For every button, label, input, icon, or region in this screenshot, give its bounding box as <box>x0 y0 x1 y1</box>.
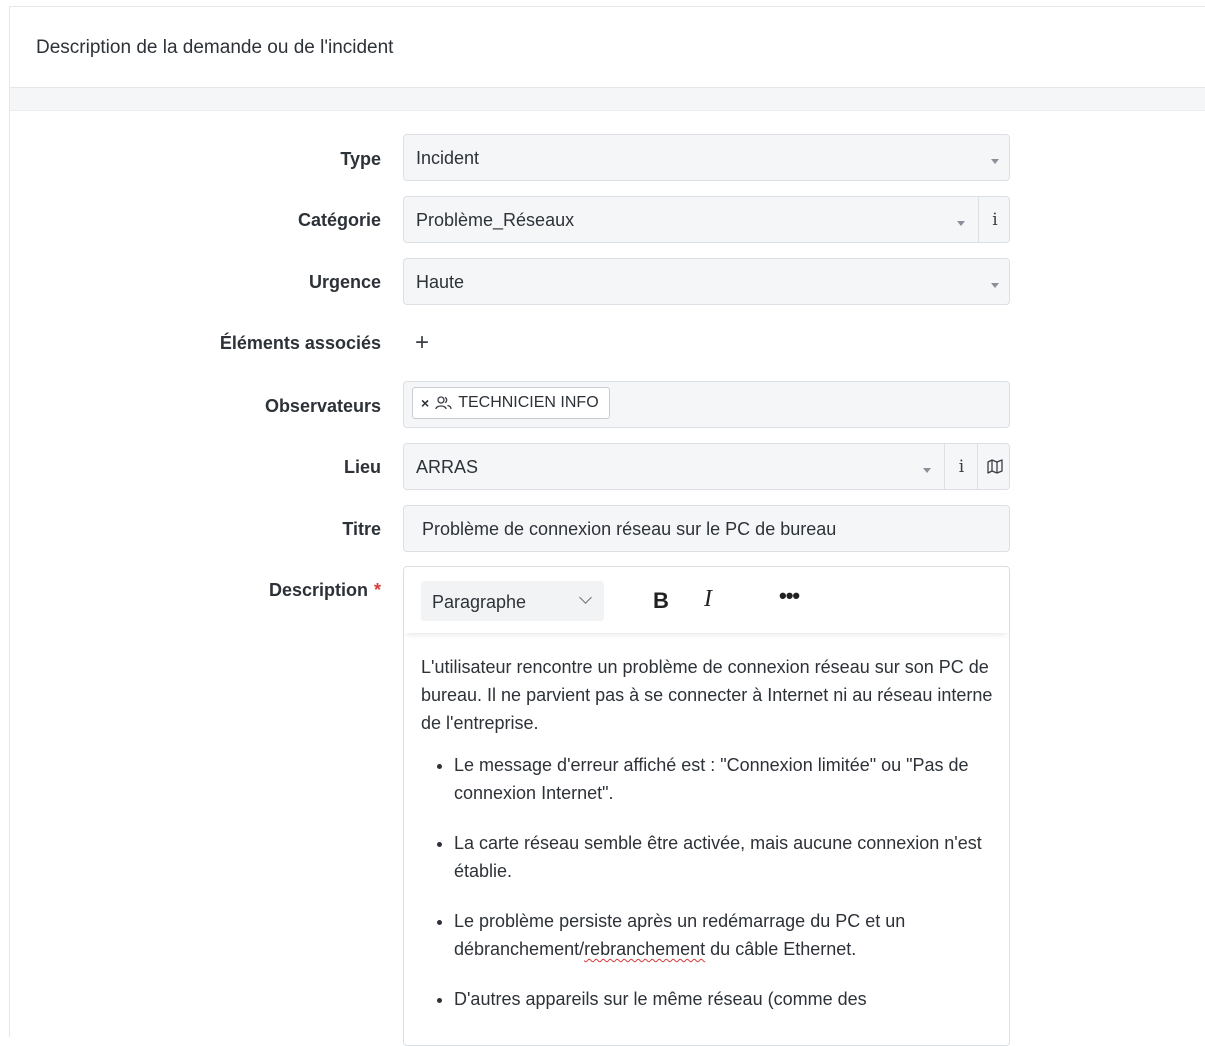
description-paragraph: L'utilisateur rencontre un problème de c… <box>421 657 993 733</box>
associated-items-label: Éléments associés <box>219 333 381 353</box>
chevron-down-icon <box>991 283 999 288</box>
more-options-button[interactable]: ••• <box>779 583 800 609</box>
bold-button[interactable]: B <box>653 588 669 614</box>
description-editor[interactable]: Paragraphe B I ••• L'utilisateur rencont… <box>403 566 1010 1046</box>
list-item: Le message d'erreur affiché est : "Conne… <box>454 751 1001 807</box>
group-icon <box>435 396 452 410</box>
list-item: Le problème persiste après un redémarrag… <box>454 907 1001 963</box>
chevron-down-icon <box>957 221 965 226</box>
title-input[interactable]: Problème de connexion réseau sur le PC d… <box>403 505 1010 552</box>
list-item: D'autres appareils sur le même réseau (c… <box>454 985 1001 1013</box>
editor-content[interactable]: L'utilisateur rencontre un problème de c… <box>421 653 1001 1035</box>
editor-toolbar: Paragraphe B I ••• <box>404 567 1009 633</box>
required-marker: * <box>373 580 381 600</box>
list-item: La carte réseau semble être activée, mai… <box>454 829 1001 885</box>
location-select[interactable]: ARRAS i <box>403 443 1010 490</box>
map-icon[interactable] <box>977 444 1011 489</box>
location-label: Lieu <box>343 457 381 477</box>
observers-label: Observateurs <box>264 396 381 416</box>
type-value: Incident <box>416 148 480 168</box>
category-select[interactable]: Problème_Réseaux i <box>403 196 1010 243</box>
chevron-down-icon <box>579 591 592 604</box>
type-label: Type <box>340 149 381 169</box>
plus-icon[interactable]: + <box>415 329 429 357</box>
observer-tag-label: TECHNICIEN INFO <box>458 394 599 411</box>
card-title: Description de la demande ou de l'incide… <box>36 37 394 58</box>
type-select[interactable]: Incident <box>403 134 1010 181</box>
paragraph-format-select[interactable]: Paragraphe <box>421 581 604 621</box>
card-header: Description de la demande ou de l'incide… <box>10 7 1205 88</box>
italic-button[interactable]: I <box>704 586 712 613</box>
location-value: ARRAS <box>416 457 479 477</box>
paragraph-format-value: Paragraphe <box>432 592 527 612</box>
header-separator <box>10 88 1205 111</box>
urgency-value: Haute <box>416 272 465 292</box>
observer-tag: × TECHNICIEN INFO <box>412 387 610 419</box>
remove-tag-icon[interactable]: × <box>421 395 429 411</box>
urgency-select[interactable]: Haute <box>403 258 1010 305</box>
description-label-text: Description <box>268 580 368 600</box>
title-value: Problème de connexion réseau sur le PC d… <box>422 519 837 539</box>
urgency-label: Urgence <box>308 272 381 292</box>
category-label: Catégorie <box>297 210 381 230</box>
chevron-down-icon <box>923 468 931 473</box>
ticket-description-card: Description de la demande ou de l'incide… <box>9 6 1205 1046</box>
spellcheck-flagged-word: rebranchement <box>584 939 706 959</box>
observers-field[interactable]: × TECHNICIEN INFO <box>403 381 1010 428</box>
description-list: Le message d'erreur affiché est : "Conne… <box>421 751 1001 1013</box>
list-item-text: du câble Ethernet. <box>705 939 857 959</box>
info-icon[interactable]: i <box>944 444 978 489</box>
info-icon[interactable]: i <box>978 197 1011 242</box>
title-label: Titre <box>342 519 381 539</box>
category-value: Problème_Réseaux <box>416 210 575 230</box>
description-label: Description * <box>269 580 381 601</box>
chevron-down-icon <box>991 159 999 164</box>
